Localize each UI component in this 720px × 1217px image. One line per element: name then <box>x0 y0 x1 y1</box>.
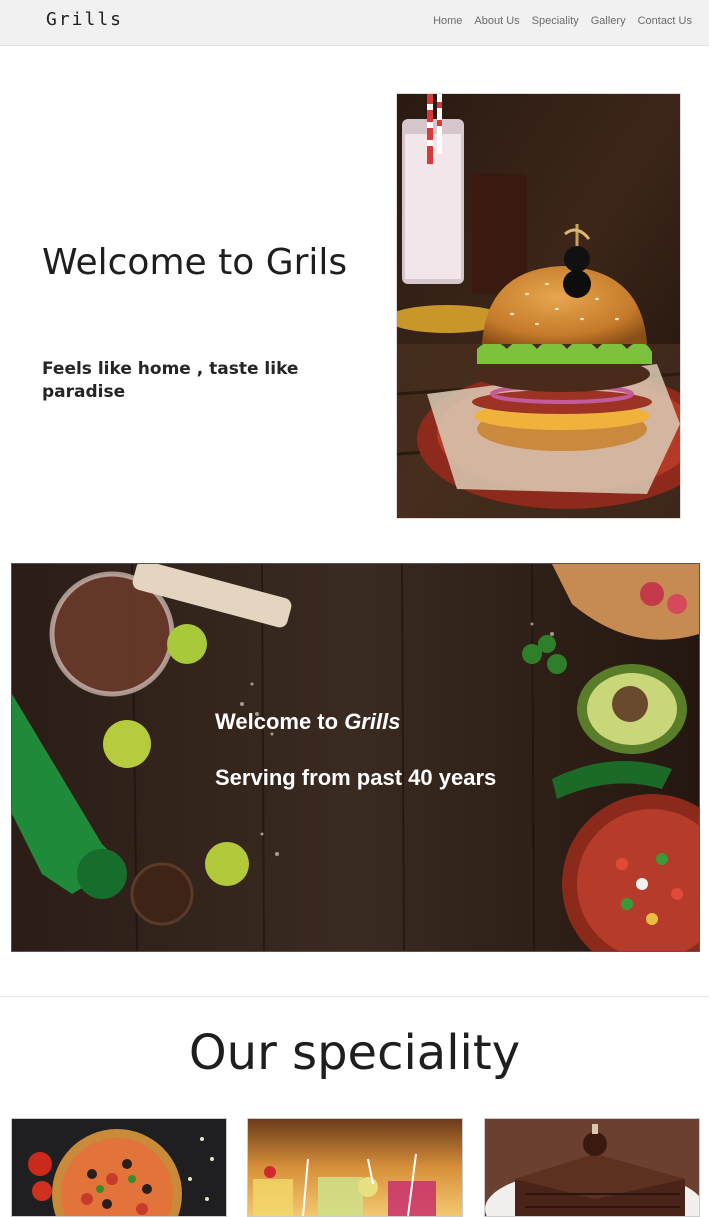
speciality-card-chocolate-cake[interactable] <box>484 1118 700 1217</box>
chocolate-cake-image <box>485 1119 699 1216</box>
nav-link-gallery[interactable]: Gallery <box>591 15 626 27</box>
speciality-card-cocktails[interactable] <box>247 1118 463 1217</box>
nav-link-home[interactable]: Home <box>433 15 462 27</box>
hero-title: Welcome to Grils <box>42 242 348 283</box>
pizza-image <box>12 1119 226 1216</box>
speciality-card-pizza[interactable] <box>11 1118 227 1217</box>
banner-brand-name: Grills <box>344 709 401 734</box>
banner-welcome-heading: Welcome to Grills <box>215 709 496 735</box>
hero-burger-image <box>396 93 681 519</box>
brand-logo[interactable]: Grills <box>46 9 123 30</box>
nav-link-contact-us[interactable]: Contact Us <box>638 15 692 27</box>
section-divider <box>0 996 709 997</box>
nav-link-speciality[interactable]: Speciality <box>532 15 579 27</box>
banner-welcome-prefix: Welcome to <box>215 709 345 734</box>
nav-links: Home About Us Speciality Gallery Contact… <box>433 15 692 27</box>
hero-subtitle: Feels like home , taste like paradise <box>42 359 299 402</box>
speciality-title: Our speciality <box>188 1025 521 1081</box>
banner-text: Welcome to Grills Serving from past 40 y… <box>215 709 496 791</box>
banner-tagline: Serving from past 40 years <box>215 765 497 790</box>
burger-illustration <box>397 94 680 518</box>
nav-link-about-us[interactable]: About Us <box>474 15 519 27</box>
cocktails-image <box>248 1119 462 1216</box>
navbar: Grills Home About Us Speciality Gallery … <box>0 0 709 46</box>
welcome-banner: Welcome to Grills Serving from past 40 y… <box>11 563 700 952</box>
